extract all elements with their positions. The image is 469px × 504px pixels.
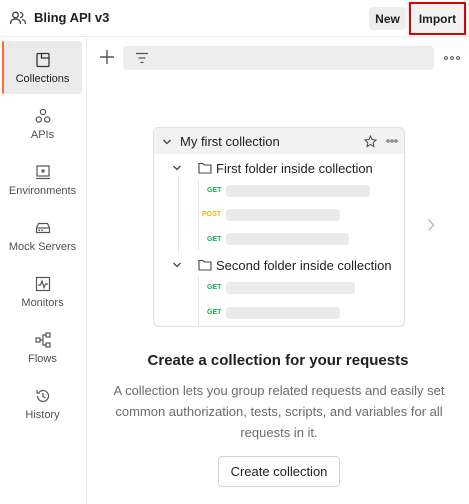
empty-state-description: A collection lets you group related requ… (113, 383, 445, 440)
sidebar-item-flows[interactable]: Flows (3, 321, 82, 374)
folder-icon (198, 162, 212, 174)
header-bar: Bling API v3 New Import (0, 0, 469, 37)
request-placeholder (226, 233, 349, 245)
sidebar-item-label: Collections (15, 73, 70, 85)
tree-line (198, 180, 199, 250)
method-get: GET (207, 187, 222, 194)
workspace-title[interactable]: Bling API v3 (34, 10, 109, 25)
apis-icon (35, 108, 50, 123)
collections-icon (35, 52, 50, 68)
empty-state-title: Create a collection for your requests (147, 352, 409, 369)
filter-input[interactable] (123, 46, 434, 70)
history-icon (35, 389, 49, 403)
sidebar-item-label: Monitors (21, 297, 64, 309)
sidebar-item-mock-servers[interactable]: Mock Servers (3, 209, 82, 262)
sidebar-item-environments[interactable]: Environments (3, 153, 82, 206)
create-collection-button[interactable]: Create collection (218, 456, 340, 487)
chevron-down-icon (163, 139, 171, 145)
chevron-down-icon (173, 165, 181, 171)
method-get: GET (207, 236, 222, 243)
import-button[interactable]: Import (409, 2, 466, 35)
tree-line (198, 276, 199, 326)
mock-servers-icon (35, 222, 50, 234)
chevron-right-icon[interactable] (427, 218, 435, 232)
tree-line (178, 176, 179, 254)
collection-illustration: My first collection First folder inside … (153, 127, 405, 327)
flows-icon (34, 332, 51, 348)
plus-icon[interactable] (98, 48, 116, 66)
more-horizontal-icon[interactable] (443, 52, 461, 64)
more-horizontal-icon (386, 139, 398, 143)
sidebar-item-label: Environments (8, 185, 77, 197)
request-placeholder (226, 185, 370, 197)
sidebar-item-label: APIs (30, 129, 55, 141)
request-placeholder (226, 282, 355, 294)
environments-icon (35, 165, 50, 180)
illustration-folder-name: First folder inside collection (216, 161, 373, 176)
sidebar-item-monitors[interactable]: Monitors (3, 265, 82, 318)
sidebar-item-label: Mock Servers (8, 241, 77, 253)
sidebar-item-label: History (25, 409, 60, 421)
method-post: POST (202, 211, 222, 218)
sidebar: Collections APIs Environments Mock Serve… (0, 38, 87, 504)
folder-icon (198, 259, 212, 271)
star-icon (364, 135, 377, 148)
monitors-icon (35, 276, 50, 292)
sidebar-item-apis[interactable]: APIs (3, 97, 82, 150)
new-button[interactable]: New (369, 7, 406, 30)
chevron-down-icon (173, 262, 181, 268)
sidebar-item-history[interactable]: History (3, 377, 82, 430)
sidebar-item-collections[interactable]: Collections (2, 41, 82, 94)
team-icon (9, 11, 27, 25)
sidebar-item-label: Flows (28, 353, 57, 365)
filter-icon[interactable] (135, 52, 149, 64)
illustration-folder-name: Second folder inside collection (216, 258, 392, 273)
method-get: GET (207, 309, 222, 316)
method-get: GET (207, 284, 222, 291)
request-placeholder (226, 209, 340, 221)
illustration-collection-name: My first collection (180, 134, 280, 149)
request-placeholder (226, 307, 340, 319)
